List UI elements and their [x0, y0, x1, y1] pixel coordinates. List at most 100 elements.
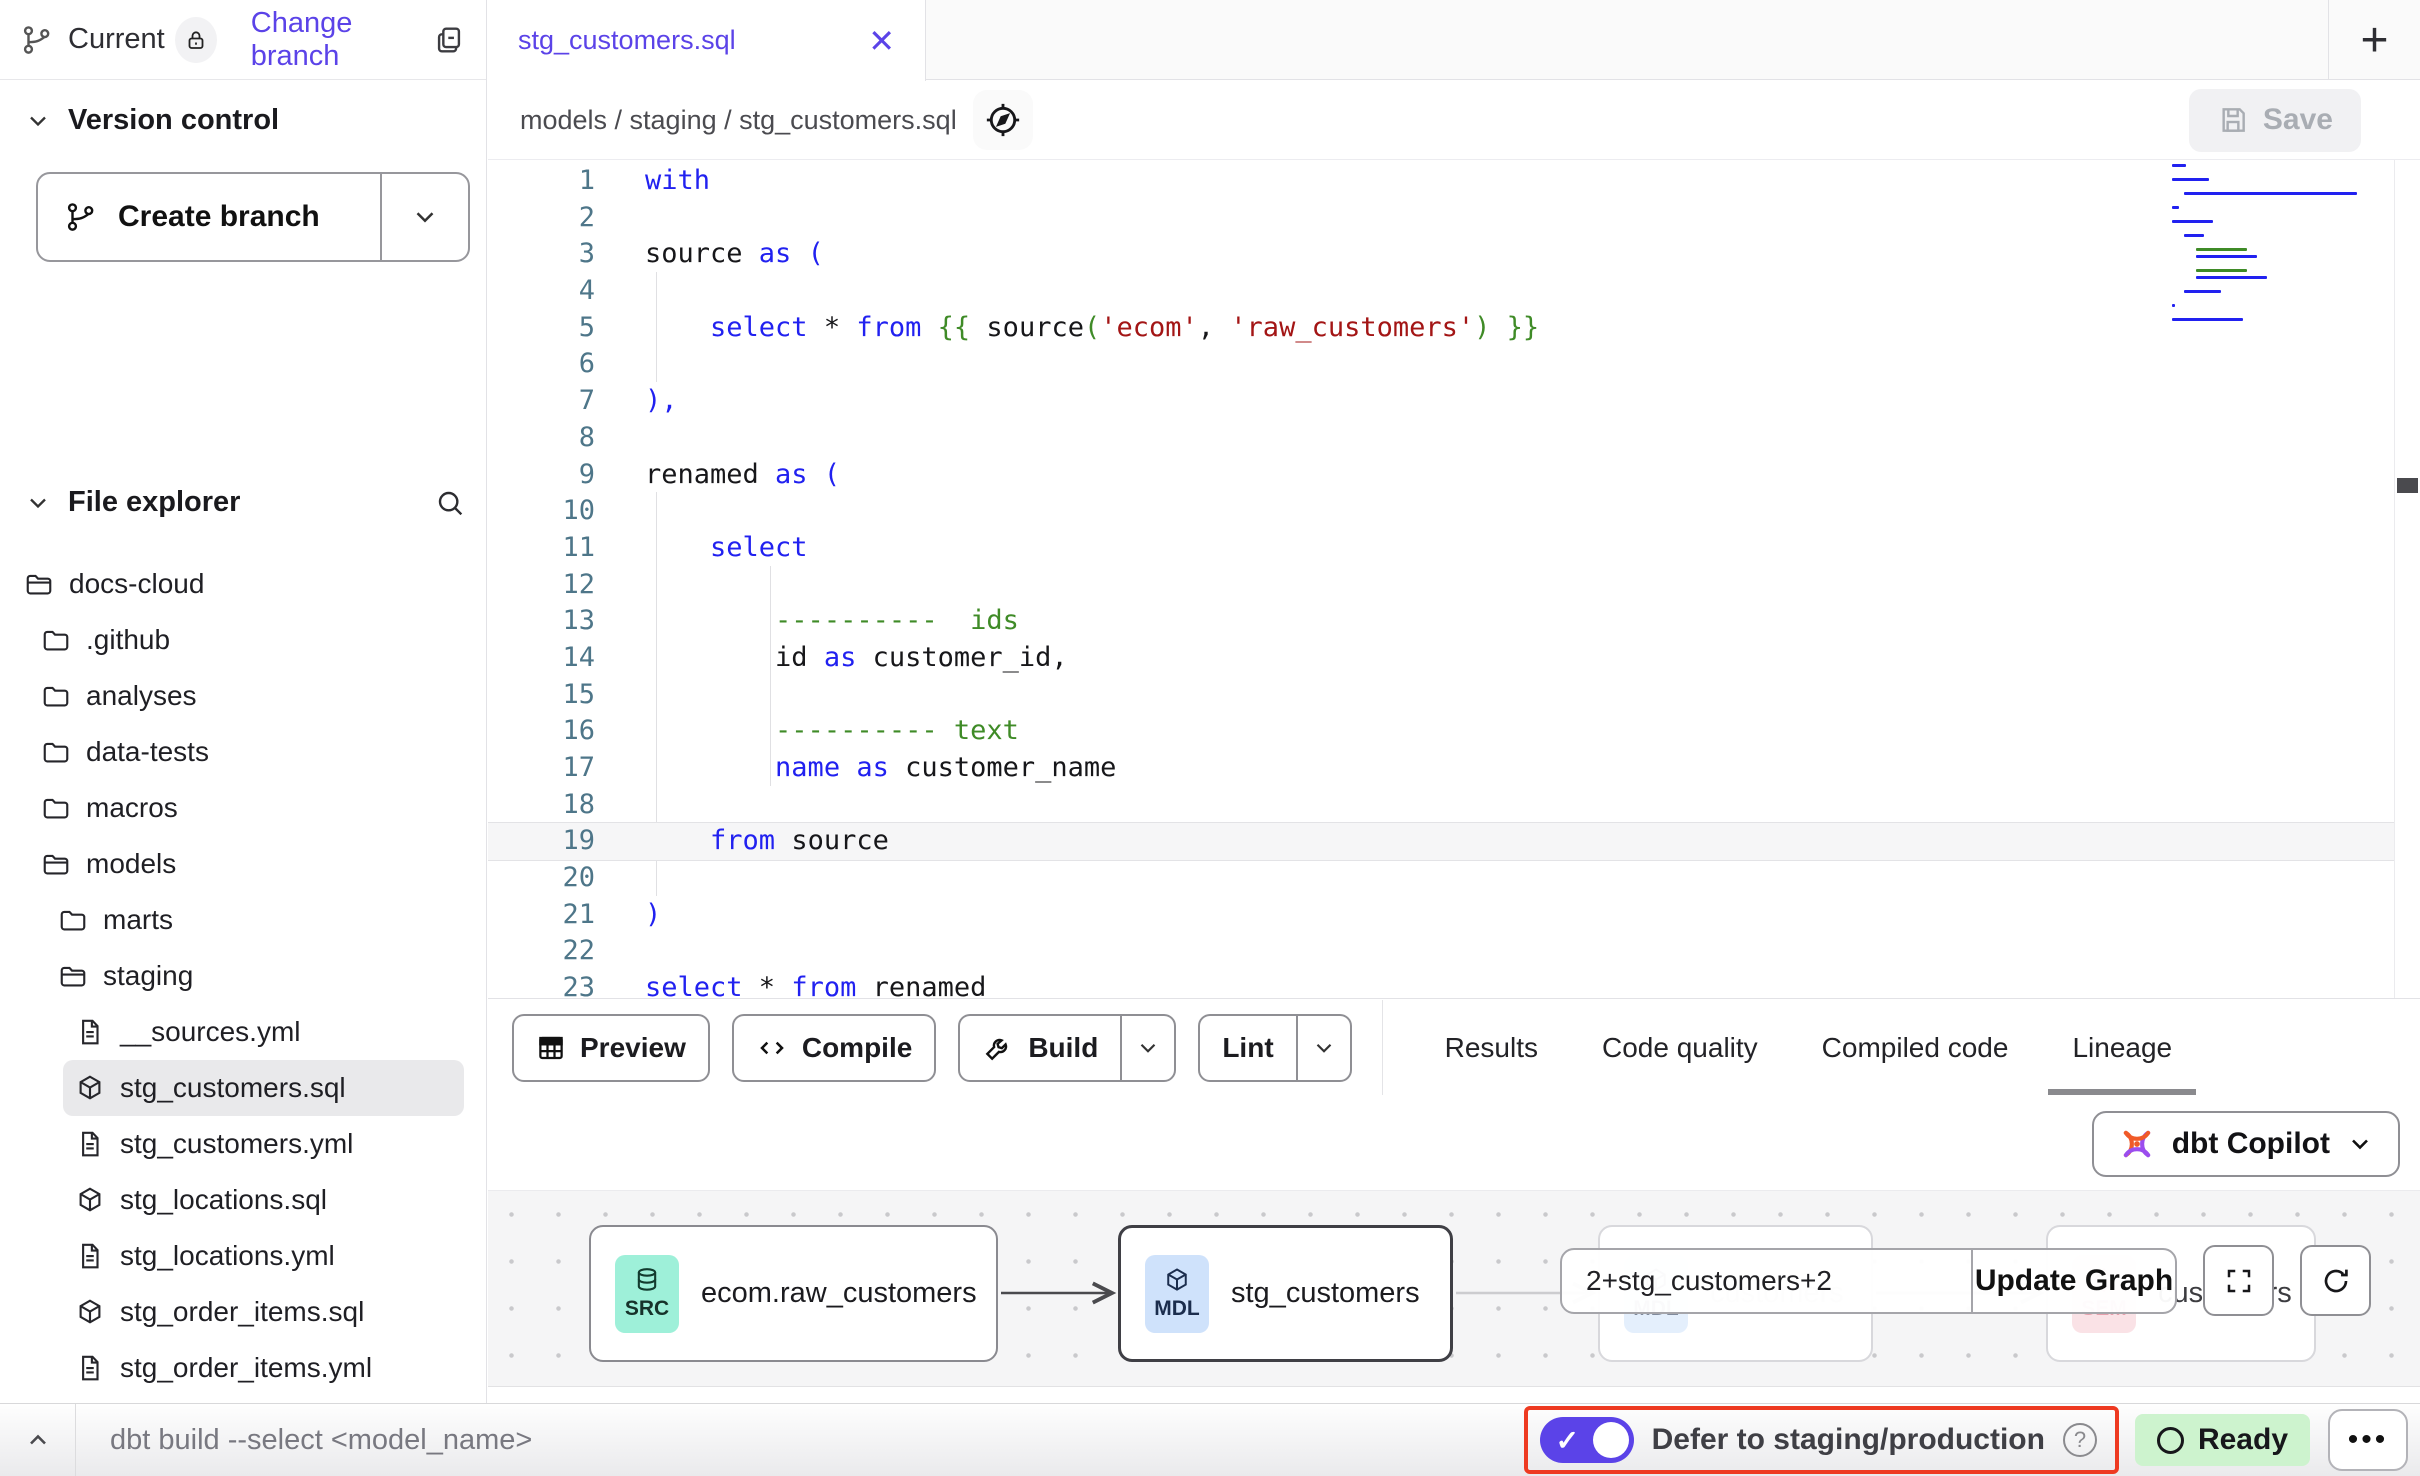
- file-tree-item-stg-customers-yml[interactable]: stg_customers.yml: [0, 1116, 482, 1172]
- create-branch-main[interactable]: Create branch: [38, 174, 382, 260]
- refresh-button[interactable]: [2300, 1245, 2371, 1316]
- line-number: 22: [488, 933, 595, 970]
- build-label: Build: [1028, 1032, 1098, 1064]
- code-line-12[interactable]: 12: [488, 567, 2394, 604]
- compass-icon[interactable]: [973, 90, 1033, 150]
- code-line-13[interactable]: 13 ---------- ids: [488, 603, 2394, 640]
- file-tree-item-docs-cloud[interactable]: docs-cloud: [0, 556, 482, 612]
- line-number: 14: [488, 640, 595, 677]
- file-tree-item-macros[interactable]: macros: [0, 780, 482, 836]
- file-tree-item--github[interactable]: .github: [0, 612, 482, 668]
- minimap[interactable]: [2172, 164, 2386, 325]
- scrollbar-thumb[interactable]: [2397, 478, 2418, 493]
- close-icon[interactable]: ✕: [868, 22, 895, 60]
- code-text: select * from renamed: [595, 970, 986, 999]
- code-line-18[interactable]: 18: [488, 787, 2394, 824]
- code-line-8[interactable]: 8: [488, 420, 2394, 457]
- lineage-node-stg-customers[interactable]: MDL stg_customers: [1118, 1225, 1453, 1362]
- file-name: marts: [103, 904, 173, 936]
- file-tree-item-stg-order-items-yml[interactable]: stg_order_items.yml: [0, 1340, 482, 1396]
- code-line-15[interactable]: 15: [488, 677, 2394, 714]
- code-editor[interactable]: 1with23source as (45 select * from {{ so…: [488, 160, 2420, 999]
- compile-button[interactable]: Compile: [732, 1014, 936, 1082]
- build-button[interactable]: Build: [958, 1014, 1176, 1082]
- code-line-11[interactable]: 11 select: [488, 530, 2394, 567]
- more-options-button[interactable]: •••: [2328, 1409, 2408, 1471]
- change-branch-link[interactable]: Change branch: [251, 7, 432, 73]
- code-line-14[interactable]: 14 id as customer_id,: [488, 640, 2394, 677]
- create-branch-button[interactable]: Create branch: [36, 172, 470, 262]
- code-lines: 1with23source as (45 select * from {{ so…: [488, 163, 2394, 999]
- new-tab-button[interactable]: +: [2328, 0, 2420, 80]
- minimap-line: [2184, 234, 2204, 237]
- preview-button[interactable]: Preview: [512, 1014, 710, 1082]
- model-icon: [75, 1297, 105, 1327]
- dbt-copilot-icon: [2118, 1125, 2156, 1163]
- toggle-knob: [1593, 1422, 1629, 1458]
- current-branch-label: Current: [68, 23, 165, 56]
- update-graph-button[interactable]: Update Graph: [1971, 1250, 2175, 1312]
- code-line-10[interactable]: 10: [488, 493, 2394, 530]
- code-line-4[interactable]: 4: [488, 273, 2394, 310]
- file-tree-item-stg-locations-yml[interactable]: stg_locations.yml: [0, 1228, 482, 1284]
- code-line-5[interactable]: 5 select * from {{ source('ecom', 'raw_c…: [488, 310, 2394, 347]
- file-tree-item-staging[interactable]: staging: [0, 948, 482, 1004]
- code-line-7[interactable]: 7),: [488, 383, 2394, 420]
- preview-label: Preview: [580, 1032, 686, 1064]
- build-dropdown-caret[interactable]: [1120, 1016, 1174, 1080]
- tab-results[interactable]: Results: [1445, 1000, 1538, 1095]
- tab-stg-customers[interactable]: stg_customers.sql ✕: [488, 0, 926, 81]
- file-explorer-header[interactable]: File explorer: [24, 486, 466, 519]
- node-label: stg_customers: [1231, 1277, 1420, 1310]
- save-button[interactable]: Save: [2189, 89, 2361, 152]
- code-line-6[interactable]: 6: [488, 346, 2394, 383]
- code-line-22[interactable]: 22: [488, 933, 2394, 970]
- file-tree-item-stg-order-items-sql[interactable]: stg_order_items.sql: [0, 1284, 482, 1340]
- code-line-23[interactable]: 23select * from renamed: [488, 970, 2394, 999]
- file-tree-item-stg-locations-sql[interactable]: stg_locations.sql: [0, 1172, 482, 1228]
- lint-dropdown-caret[interactable]: [1296, 1016, 1350, 1080]
- copy-icon[interactable]: [432, 23, 466, 57]
- defer-toggle[interactable]: ✓: [1540, 1417, 1634, 1463]
- minimap-line: [2172, 220, 2213, 223]
- minimap-line: [2184, 192, 2357, 195]
- lint-button[interactable]: Lint: [1198, 1014, 1351, 1082]
- file-tree-item-data-tests[interactable]: data-tests: [0, 724, 482, 780]
- code-line-17[interactable]: 17 name as customer_name: [488, 750, 2394, 787]
- chevron-down-icon: [24, 489, 52, 517]
- version-control-header[interactable]: Version control: [24, 104, 466, 137]
- create-branch-caret[interactable]: [382, 174, 468, 260]
- search-icon[interactable]: [434, 487, 466, 519]
- file-tree-item-analyses[interactable]: analyses: [0, 668, 482, 724]
- tab-compiled-code[interactable]: Compiled code: [1822, 1000, 2009, 1095]
- save-label: Save: [2263, 103, 2333, 137]
- lineage-canvas[interactable]: SRC ecom.raw_customers MDL stg_customers…: [488, 1190, 2420, 1387]
- code-line-1[interactable]: 1with: [488, 163, 2394, 200]
- collapse-panel-button[interactable]: [0, 1404, 76, 1476]
- line-number: 2: [488, 200, 595, 237]
- file-tree-item--sources-yml[interactable]: __sources.yml: [0, 1004, 482, 1060]
- lint-label: Lint: [1222, 1032, 1273, 1064]
- folder-open-icon: [58, 961, 88, 991]
- code-line-2[interactable]: 2: [488, 200, 2394, 237]
- file-tree-item-models[interactable]: models: [0, 836, 482, 892]
- code-text: ---------- ids: [595, 603, 1019, 640]
- file-tree-item-stg-customers-sql[interactable]: stg_customers.sql: [63, 1060, 464, 1116]
- code-line-3[interactable]: 3source as (: [488, 236, 2394, 273]
- editor-scrollbar[interactable]: [2394, 160, 2420, 998]
- fullscreen-button[interactable]: [2203, 1245, 2274, 1316]
- defer-toggle-group: ✓ Defer to staging/production ?: [1524, 1406, 2119, 1474]
- code-line-19[interactable]: 19 from source: [488, 823, 2394, 860]
- command-input[interactable]: dbt build --select <model_name>: [76, 1424, 1524, 1457]
- help-icon[interactable]: ?: [2063, 1423, 2097, 1457]
- lineage-node-source[interactable]: SRC ecom.raw_customers: [589, 1225, 998, 1362]
- dbt-copilot-button[interactable]: dbt Copilot: [2092, 1111, 2400, 1177]
- tab-code-quality[interactable]: Code quality: [1602, 1000, 1758, 1095]
- code-line-9[interactable]: 9renamed as (: [488, 457, 2394, 494]
- tab-lineage[interactable]: Lineage: [2072, 1000, 2172, 1095]
- code-line-21[interactable]: 21): [488, 897, 2394, 934]
- lineage-selector-input[interactable]: [1562, 1250, 1971, 1312]
- code-line-20[interactable]: 20: [488, 860, 2394, 897]
- code-line-16[interactable]: 16 ---------- text: [488, 713, 2394, 750]
- file-tree-item-marts[interactable]: marts: [0, 892, 482, 948]
